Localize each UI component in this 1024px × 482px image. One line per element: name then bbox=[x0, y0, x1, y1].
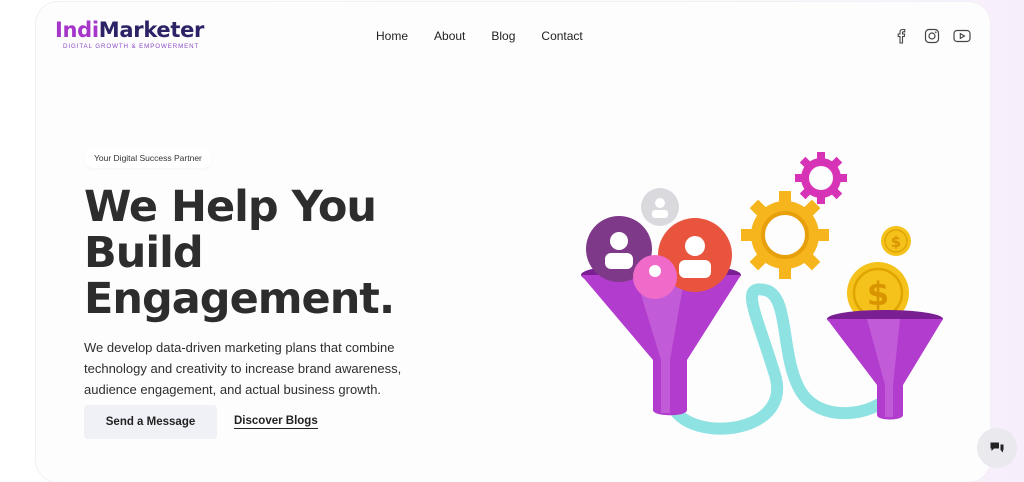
chat-button[interactable] bbox=[977, 428, 1017, 468]
nav-blog[interactable]: Blog bbox=[491, 29, 515, 43]
marketing-funnel-illustration: $ $ bbox=[581, 152, 943, 435]
headline-line-2: Build bbox=[84, 228, 204, 278]
social-links bbox=[892, 26, 972, 46]
nav-about[interactable]: About bbox=[434, 29, 465, 43]
send-message-button[interactable]: Send a Message bbox=[84, 405, 217, 439]
nav-home[interactable]: Home bbox=[376, 29, 408, 43]
nav-contact[interactable]: Contact bbox=[541, 29, 582, 43]
discover-blogs-link[interactable]: Discover Blogs bbox=[234, 415, 318, 429]
instagram-icon[interactable] bbox=[922, 26, 942, 46]
chat-icon bbox=[990, 442, 1004, 453]
hero-badge: Your Digital Success Partner bbox=[84, 148, 212, 168]
logo-wordmark: IndiMarketer bbox=[55, 18, 205, 42]
hero-description: We develop data-driven marketing plans t… bbox=[84, 340, 402, 397]
logo-tagline: DIGITAL GROWTH & EMPOWERMENT bbox=[63, 43, 200, 50]
facebook-icon[interactable] bbox=[892, 26, 912, 46]
hero-headline: We Help You Build Engagement. bbox=[84, 182, 395, 324]
svg-text:$: $ bbox=[891, 233, 901, 251]
headline-line-3: Engagement. bbox=[84, 274, 395, 324]
logo[interactable]: IndiMarketer DIGITAL GROWTH & EMPOWERMEN… bbox=[55, 18, 204, 50]
svg-text:$: $ bbox=[867, 275, 889, 313]
main-nav: Home About Blog Contact bbox=[376, 29, 609, 43]
headline-line-1: We Help You bbox=[84, 182, 377, 232]
youtube-icon[interactable] bbox=[952, 26, 972, 46]
